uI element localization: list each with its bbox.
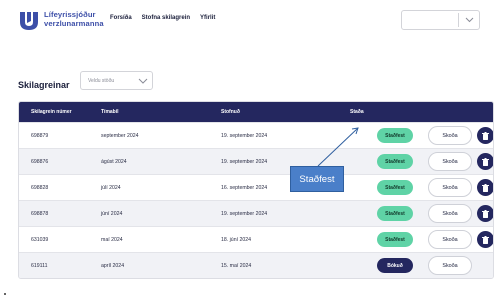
callout-label: Staðfest [290, 166, 344, 192]
stray-mark [4, 293, 6, 295]
callout-pointer [317, 127, 359, 167]
